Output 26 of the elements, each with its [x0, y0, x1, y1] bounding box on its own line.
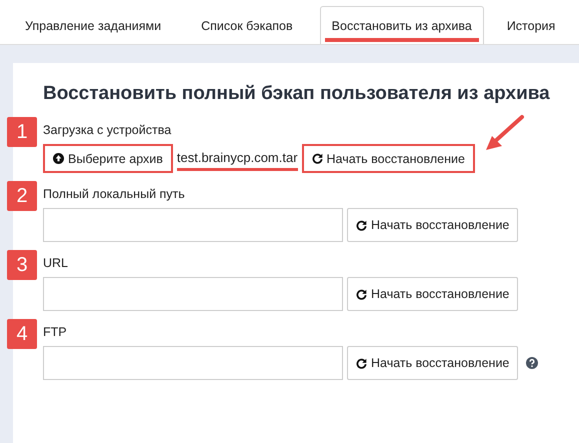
restore-button[interactable]: Начать восстановление	[347, 346, 518, 380]
tab[interactable]: Восстановить из архива	[320, 6, 484, 44]
step-number-badge: 3	[7, 250, 37, 280]
step-number-badge: 1	[7, 117, 37, 147]
restore-button[interactable]: Начать восстановление	[347, 277, 518, 311]
file-name: test.brainycp.com.tar	[176, 146, 298, 170]
upload-icon	[53, 153, 64, 164]
section-label: Полный локальный путь	[43, 187, 186, 201]
step-number-badge: 2	[7, 181, 37, 211]
help-icon[interactable]	[526, 357, 538, 369]
refresh-icon	[356, 358, 367, 368]
step-number-badge: 4	[7, 319, 37, 349]
section-label: URL	[43, 256, 70, 270]
path-input-field[interactable]	[43, 346, 343, 380]
choose-archive-button[interactable]: Выберите архив	[43, 144, 173, 173]
annotation-arrow	[484, 114, 526, 152]
refresh-icon	[356, 220, 367, 230]
path-input-field[interactable]	[43, 208, 343, 242]
section-label: FTP	[43, 325, 68, 339]
refresh-icon	[312, 153, 323, 164]
path-input-field[interactable]	[43, 277, 343, 311]
restore-button[interactable]: Начать восстановление	[302, 144, 475, 173]
section-label: Загрузка с устройства	[43, 123, 172, 137]
refresh-icon	[356, 288, 367, 300]
restore-button[interactable]: Начать восстановление	[347, 208, 518, 242]
page-heading: Восстановить полный бэкап пользователя из архива	[43, 83, 551, 105]
